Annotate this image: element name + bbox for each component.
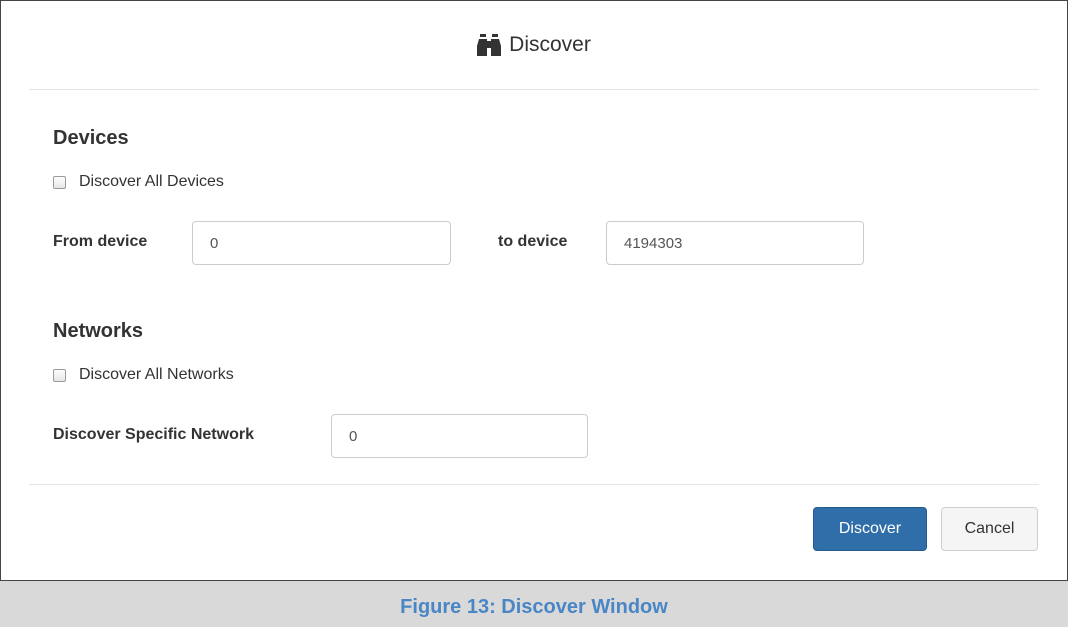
from-device-label: From device: [53, 233, 148, 250]
discover-all-networks-label: Discover All Networks: [79, 366, 234, 383]
to-device-label: to device: [498, 233, 568, 250]
discover-dialog: Discover Devices Discover All Devices Fr…: [1, 1, 1067, 580]
figure-caption: Figure 13: Discover Window: [0, 580, 1068, 627]
specific-network-label: Discover Specific Network: [53, 426, 254, 443]
discover-all-devices-checkbox[interactable]: [53, 175, 66, 189]
dialog-title: Discover: [509, 33, 591, 56]
discover-button[interactable]: Discover: [813, 507, 927, 551]
discover-all-networks-checkbox[interactable]: [53, 368, 66, 382]
dialog-header: Discover: [29, 1, 1039, 90]
discover-all-devices-row[interactable]: Discover All Devices: [53, 173, 224, 191]
to-device-input[interactable]: 4194303: [606, 221, 864, 265]
specific-network-input[interactable]: 0: [331, 414, 588, 458]
networks-heading: Networks: [53, 320, 144, 342]
discover-all-devices-label: Discover All Devices: [79, 173, 224, 190]
binoculars-icon: [477, 34, 502, 56]
from-device-input[interactable]: 0: [192, 221, 451, 265]
discover-all-networks-row[interactable]: Discover All Networks: [53, 366, 234, 384]
devices-heading: Devices: [53, 127, 129, 149]
footer-divider: [29, 484, 1039, 485]
cancel-button[interactable]: Cancel: [941, 507, 1038, 551]
